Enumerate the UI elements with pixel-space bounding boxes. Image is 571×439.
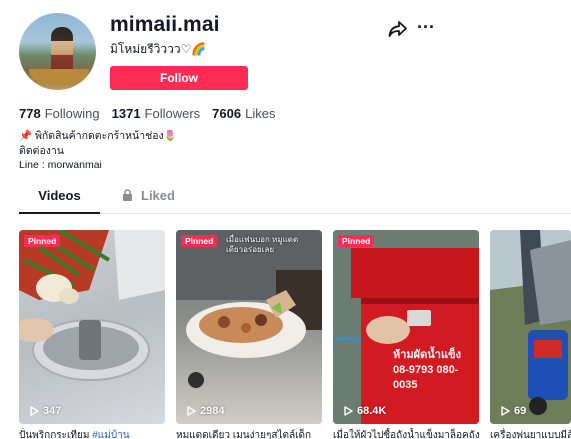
- avatar-person: [51, 27, 73, 73]
- lock-icon: [123, 189, 132, 201]
- view-count-value: 68.4K: [357, 405, 387, 417]
- likes-label: Likes: [245, 106, 276, 121]
- username: mimaii.mai: [110, 13, 220, 36]
- video-thumbnail-image: [19, 230, 165, 381]
- bio: 📌 พิกัดสินค้ากดตะกร้าหน้าช่อง🌷 ติดต่องาน…: [19, 129, 177, 173]
- play-icon: [344, 406, 353, 416]
- tab-liked-label: Liked: [141, 188, 175, 203]
- video-thumbnail-image: [333, 230, 479, 424]
- followers-label[interactable]: Followers: [145, 106, 201, 121]
- video-card[interactable]: 69: [490, 230, 571, 424]
- pinned-badge: Pinned: [24, 235, 61, 247]
- video-thumbnail-image: [490, 230, 571, 424]
- play-icon: [501, 406, 510, 416]
- bio-line: Line : morwanmai: [19, 159, 102, 171]
- play-icon: [30, 406, 39, 416]
- video-card[interactable]: Pinned ห้ามผัดน้ำแข็ง 08-9793 080-0035 6…: [333, 230, 479, 424]
- view-count-value: 2984: [200, 405, 225, 417]
- follow-button[interactable]: Follow: [110, 66, 248, 90]
- view-count-value: 347: [43, 405, 62, 417]
- video-caption[interactable]: เครื่องพ่นยาแบบมีล้อ: [490, 428, 571, 439]
- view-count: 347: [30, 405, 61, 417]
- more-icon[interactable]: ···: [415, 18, 437, 38]
- video-card[interactable]: Pinned 347: [19, 230, 165, 424]
- share-icon[interactable]: [388, 20, 408, 38]
- view-count: 68.4K: [344, 405, 386, 417]
- video-caption[interactable]: ปั่นพริกกระเทียม #แม่บ้าน: [19, 428, 165, 439]
- following-count[interactable]: 778: [19, 106, 41, 121]
- profile-stats: 778 Following 1371 Followers 7606 Likes: [19, 106, 287, 121]
- video-thumbnail-image: [176, 230, 322, 388]
- bio-line: 📌 พิกัดสินค้ากดตะกร้าหน้าช่อง🌷: [19, 130, 177, 142]
- video-caption-text: ปั่นพริกกระเทียม: [19, 430, 93, 439]
- video-overlay-text: ห้ามผัดน้ำแข็ง 08-9793 080-0035: [393, 349, 461, 391]
- view-count: 2984: [187, 405, 224, 417]
- profile-tabs: Videos Liked: [19, 188, 571, 214]
- hashtag-link[interactable]: #แม่บ้าน: [92, 430, 129, 439]
- likes-count: 7606: [212, 106, 242, 121]
- view-count-value: 69: [514, 405, 527, 417]
- view-count: 69: [501, 405, 526, 417]
- play-icon: [187, 406, 196, 416]
- tab-videos[interactable]: Videos: [19, 188, 100, 214]
- avatar-boat: [29, 69, 89, 83]
- pinned-badge: Pinned: [338, 235, 375, 247]
- video-caption[interactable]: หมแดดเดียว เมนง่ายๆสไตล์เด็ก: [176, 428, 322, 439]
- tab-liked[interactable]: Liked: [122, 188, 175, 214]
- bio-line: ติดต่องาน: [19, 144, 64, 157]
- followers-count[interactable]: 1371: [112, 106, 141, 121]
- following-label[interactable]: Following: [45, 106, 100, 121]
- video-caption[interactable]: เมื่อให้ผัวไปซื้อถังน้ำแข็งมาล็อคถัง: [333, 428, 479, 439]
- avatar[interactable]: [19, 13, 96, 90]
- pinned-badge: Pinned: [181, 235, 218, 247]
- video-overlay-text: เมื่อแฟนบอก หมูแดดเดียวอร่อยเลย: [226, 235, 299, 254]
- nickname: มิโหม่ยรีวิววว♡🌈: [110, 42, 207, 56]
- video-card[interactable]: Pinned เมื่อแฟนบอก หมูแดดเดียวอร่อยเลย 2…: [176, 230, 322, 424]
